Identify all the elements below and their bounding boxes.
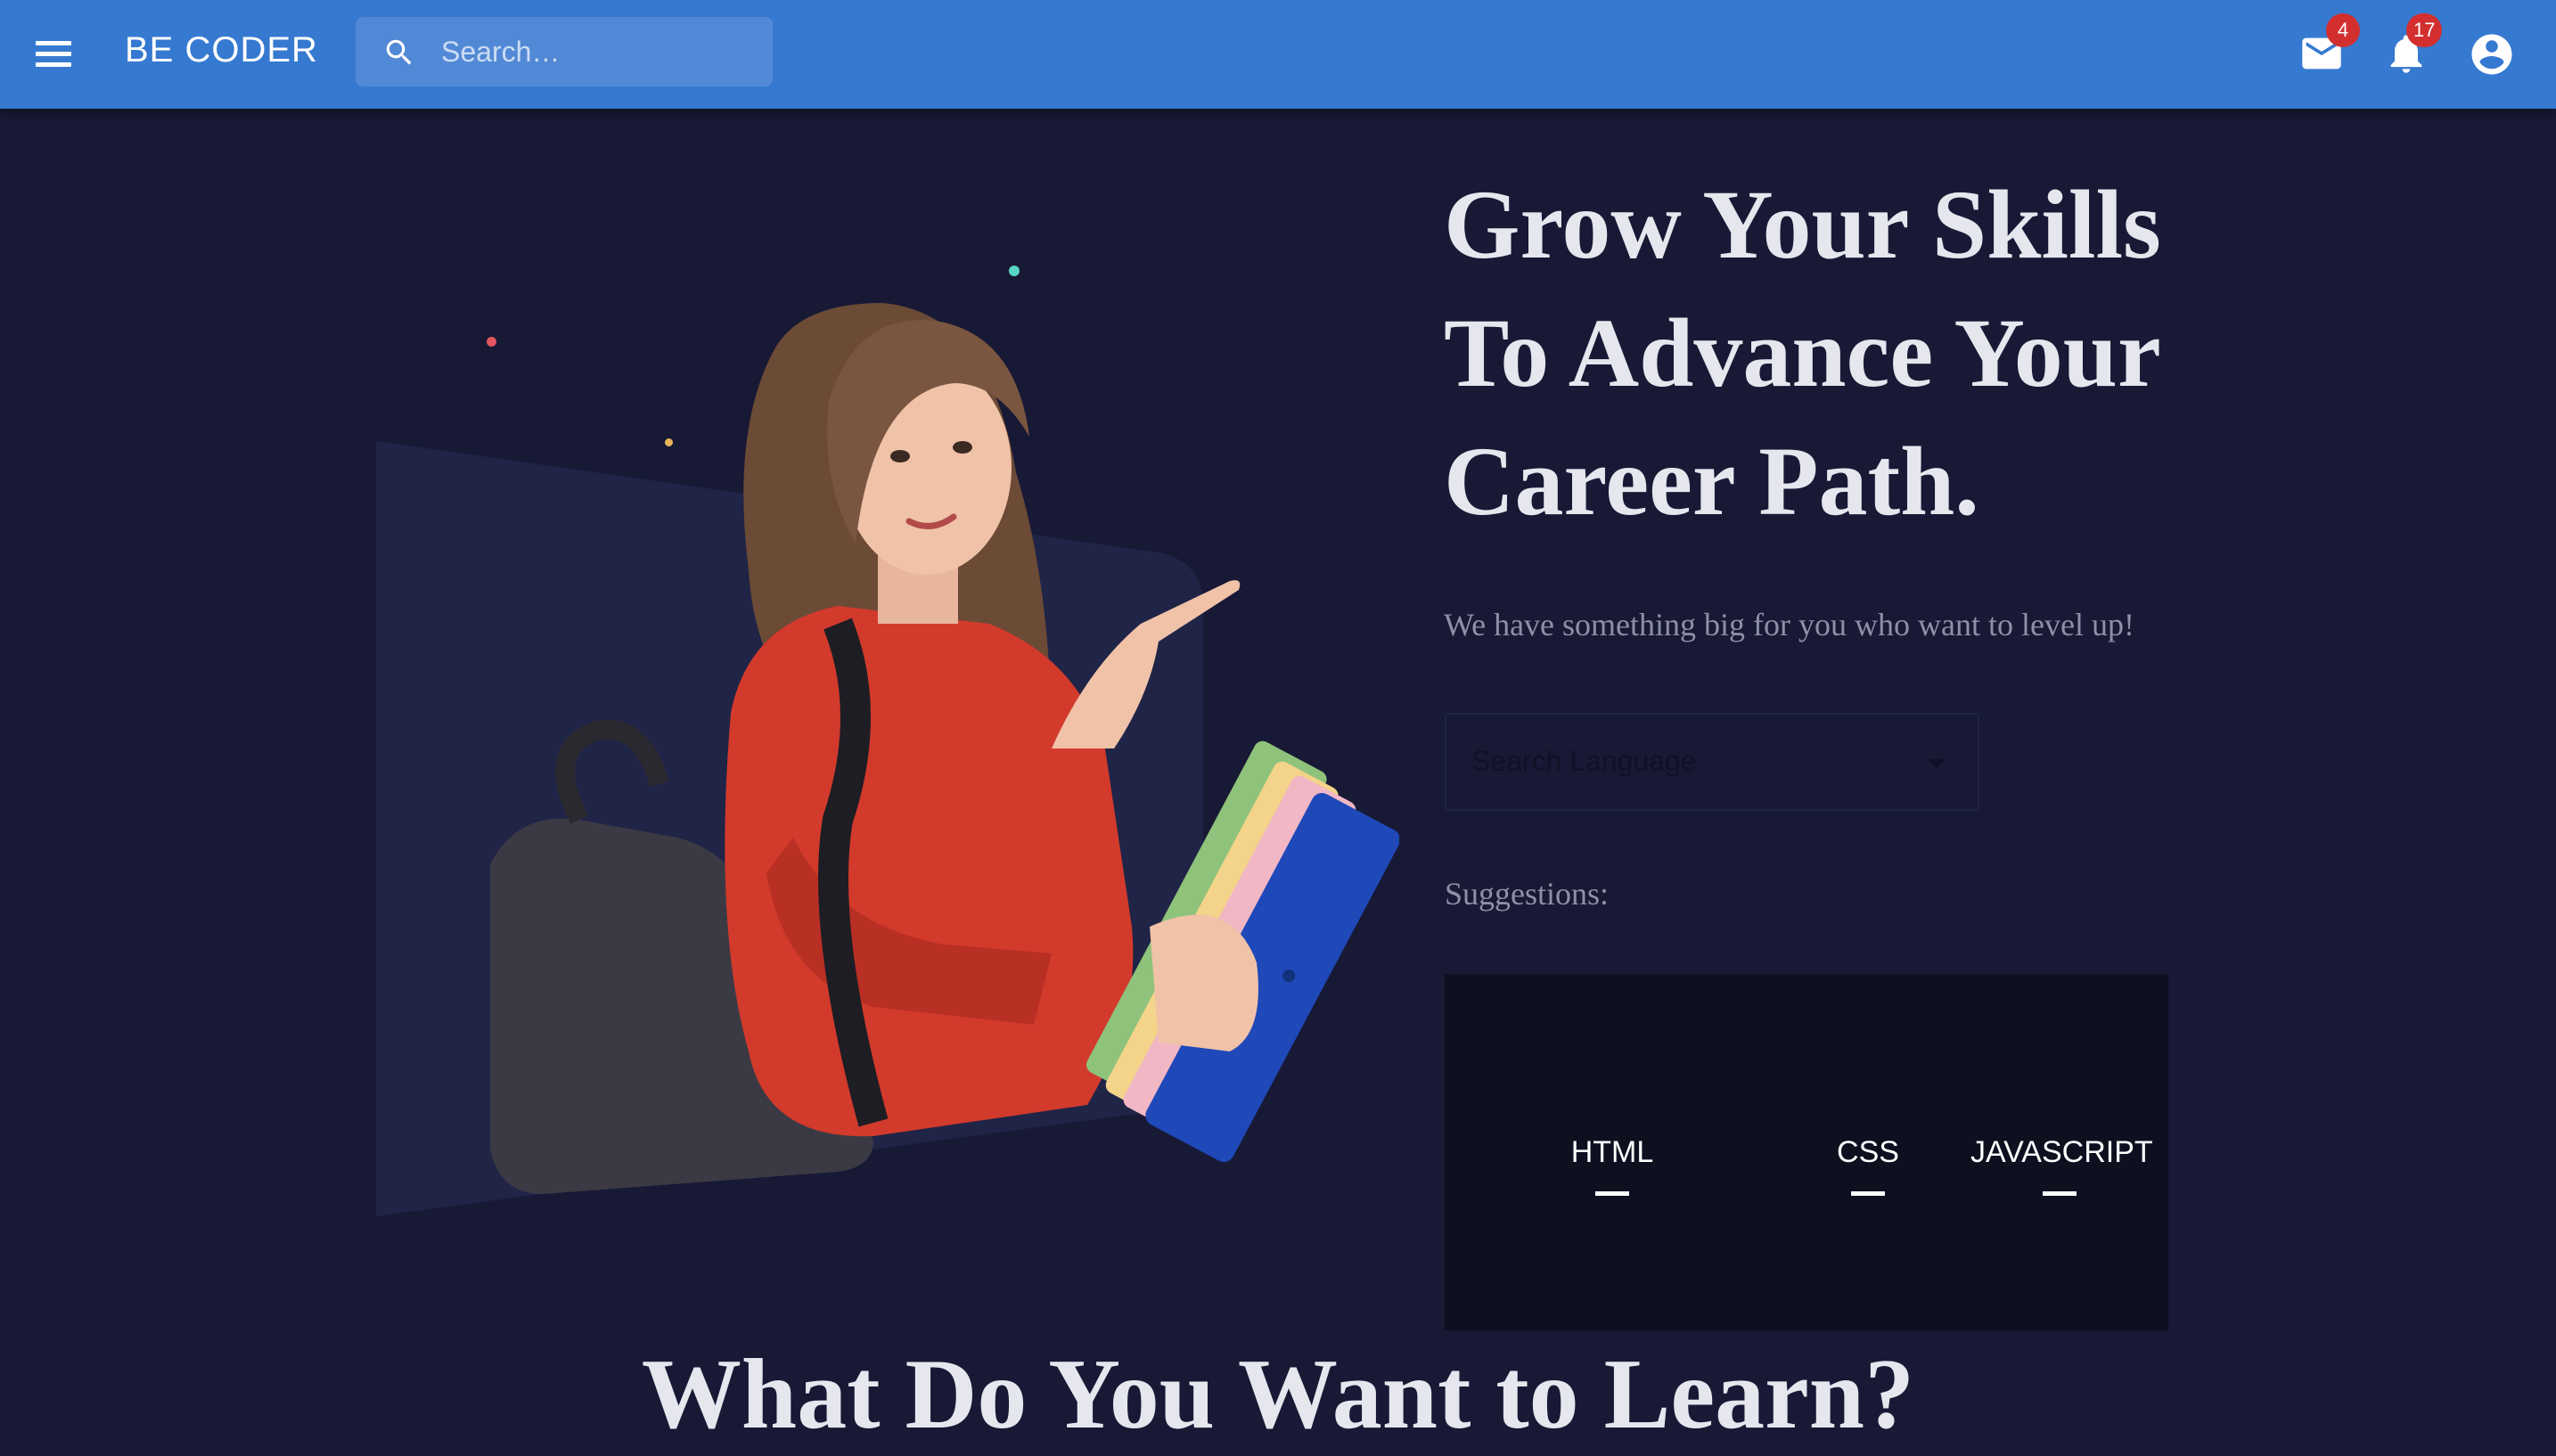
suggestion-indicator bbox=[2043, 1191, 2077, 1196]
suggestions-label: Suggestions: bbox=[1445, 876, 1610, 912]
suggestion-label: CSS bbox=[1837, 1135, 1899, 1169]
suggestions-panel: HTML CSS JAVASCRIPT bbox=[1445, 974, 2168, 1330]
headline-line: Grow Your Skills bbox=[1444, 170, 2161, 279]
account-button[interactable] bbox=[2466, 27, 2518, 78]
mail-button[interactable]: 4 bbox=[2296, 13, 2360, 78]
student-illustration bbox=[376, 303, 1399, 1216]
notification-count-badge: 17 bbox=[2406, 13, 2443, 47]
decor-dot bbox=[1009, 266, 1020, 276]
notifications-button[interactable]: 17 bbox=[2380, 13, 2443, 78]
dropdown-arrow-icon bbox=[1928, 759, 1946, 768]
search-input[interactable] bbox=[441, 29, 744, 74]
suggestion-label: HTML bbox=[1570, 1135, 1654, 1169]
search-icon bbox=[386, 39, 412, 65]
brand-title[interactable]: BE CODER bbox=[125, 27, 318, 73]
decor-dot bbox=[665, 438, 673, 446]
suggestion-label: JAVASCRIPT bbox=[1970, 1135, 2153, 1169]
mail-count-badge: 4 bbox=[2326, 13, 2360, 47]
decor-dot bbox=[487, 337, 496, 347]
search-bar bbox=[356, 17, 773, 86]
suggestion-indicator bbox=[1851, 1191, 1885, 1196]
app-bar: BE CODER 4 17 bbox=[0, 0, 2556, 109]
section-title: What Do You Want to Learn? bbox=[641, 1339, 1915, 1450]
suggestion-css-tab[interactable]: CSS bbox=[1819, 1134, 1917, 1196]
account-circle-icon bbox=[2471, 34, 2512, 75]
suggestion-html-tab[interactable]: HTML bbox=[1550, 1134, 1675, 1196]
suggestion-javascript-tab[interactable]: JAVASCRIPT bbox=[1970, 1134, 2153, 1196]
headline-line: To Advance Your bbox=[1444, 299, 2161, 407]
menu-icon[interactable] bbox=[32, 34, 75, 75]
language-select-placeholder: Search Language bbox=[1471, 745, 1697, 777]
suggestion-indicator bbox=[1595, 1191, 1629, 1196]
language-select[interactable]: Search Language bbox=[1445, 713, 1979, 811]
hero-headline: Grow Your Skills To Advance Your Career … bbox=[1444, 160, 2246, 545]
headline-line: Career Path. bbox=[1444, 427, 1979, 536]
hero-subtitle: We have something big for you who want t… bbox=[1444, 607, 2134, 642]
